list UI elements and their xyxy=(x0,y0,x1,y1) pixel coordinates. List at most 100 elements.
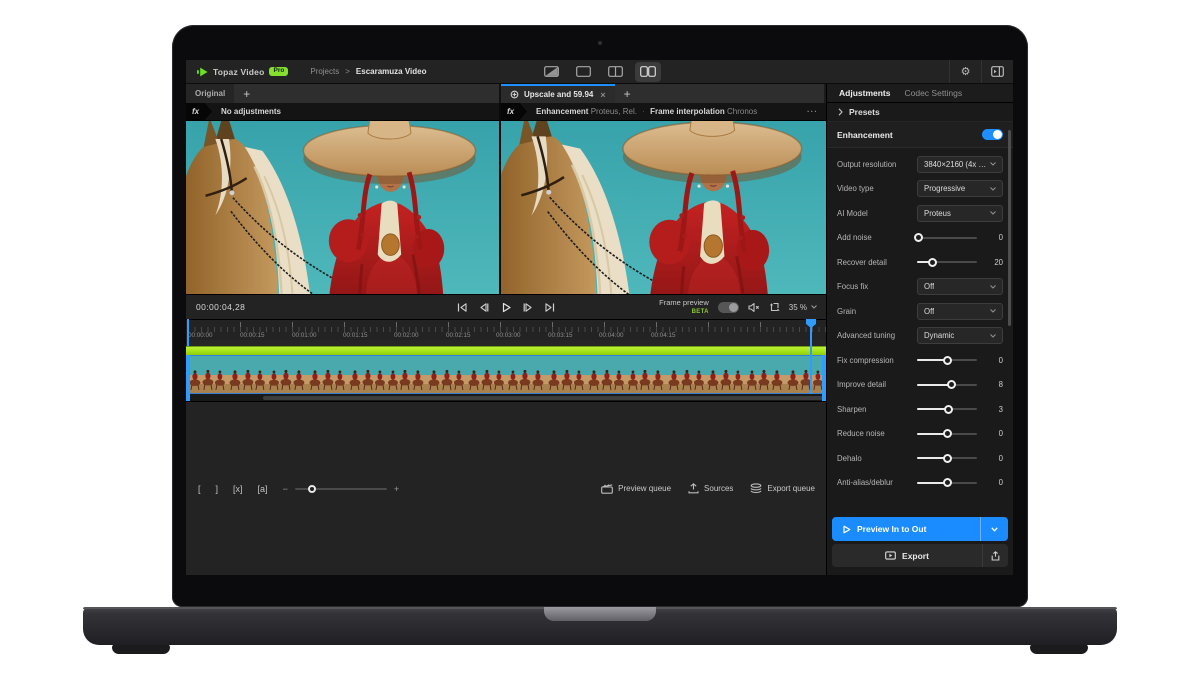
ruler-timecode-label: 00:01:00 xyxy=(292,332,317,339)
export-button[interactable]: Export xyxy=(832,544,1008,567)
fix-compression-slider[interactable]: 0 xyxy=(917,356,1003,365)
sidebar-scrollbar[interactable] xyxy=(1008,130,1011,326)
set-in-point-button[interactable]: [ xyxy=(198,484,201,494)
filmstrip-frame[interactable] xyxy=(187,356,227,393)
sources-button[interactable]: Sources xyxy=(688,483,733,494)
prev-frame-icon xyxy=(479,302,490,313)
close-tab-icon[interactable]: × xyxy=(600,90,605,100)
view-single-button[interactable] xyxy=(571,62,597,82)
select-all-range-button[interactable]: [a] xyxy=(258,484,268,494)
zoom-level-value: 35 % xyxy=(789,303,807,312)
playhead-line[interactable] xyxy=(810,319,812,394)
recover-detail-slider[interactable]: 20 xyxy=(917,258,1003,267)
enhancement-toggle[interactable] xyxy=(982,129,1003,140)
tab-codec-settings[interactable]: Codec Settings xyxy=(904,88,962,98)
set-out-point-button[interactable]: ] xyxy=(216,484,219,494)
row-output-resolution: Output resolution 3840×2160 (4x … xyxy=(827,152,1013,177)
filmstrip-frame[interactable] xyxy=(626,356,666,393)
clip-left-handle[interactable] xyxy=(186,355,190,401)
filmstrip-frame[interactable] xyxy=(785,356,825,393)
filmstrip-frame[interactable] xyxy=(745,356,785,393)
filmstrip-frame[interactable] xyxy=(426,356,466,393)
preview-queue-button[interactable]: Preview queue xyxy=(601,484,671,494)
timeline-scrollbar-thumb[interactable] xyxy=(263,396,825,400)
filmstrip-frame[interactable] xyxy=(227,356,267,393)
more-options-icon[interactable]: ··· xyxy=(807,107,818,116)
focus-fix-select[interactable]: Off xyxy=(917,278,1003,295)
video-panel-upscaled[interactable] xyxy=(501,121,826,294)
controls-right-group: Frame preview BETA xyxy=(659,299,826,315)
zoom-level-select[interactable]: 35 % xyxy=(789,303,817,312)
timeline-scrollbar[interactable] xyxy=(186,394,826,401)
filmstrip-frame[interactable] xyxy=(267,356,307,393)
add-view-button[interactable]: + xyxy=(243,88,250,100)
original-tab-half: Original + xyxy=(186,84,501,103)
preview-options-dropdown[interactable] xyxy=(980,517,1008,541)
filmstrip-frame[interactable] xyxy=(386,356,426,393)
breadcrumb: Projects > Escaramuza Video xyxy=(310,67,426,76)
filmstrip-frame[interactable] xyxy=(466,356,506,393)
add-view-button[interactable]: + xyxy=(624,88,631,100)
sharpen-slider[interactable]: 3 xyxy=(917,405,1003,414)
presets-row[interactable]: Presets xyxy=(827,103,1013,122)
view-side-by-side-button[interactable] xyxy=(635,62,661,82)
next-frame-button[interactable] xyxy=(523,302,534,313)
audio-mute-icon[interactable] xyxy=(748,302,760,313)
beta-badge: BETA xyxy=(692,309,709,315)
skip-to-end-button[interactable] xyxy=(545,302,556,313)
filmstrip[interactable] xyxy=(186,355,826,394)
filmstrip-frame[interactable] xyxy=(307,356,347,393)
advanced-tuning-select[interactable]: Dynamic xyxy=(917,327,1003,344)
select-value: Progressive xyxy=(924,184,965,193)
share-button[interactable] xyxy=(982,544,1008,567)
timeline-ruler[interactable]: 00:00:0000:00:1500:01:0000:01:1500:02:00… xyxy=(186,319,826,346)
row-advanced-tuning: Advanced tuning Dynamic xyxy=(827,324,1013,349)
zoom-out-button[interactable]: − xyxy=(283,484,288,494)
filmstrip-frame[interactable] xyxy=(666,356,706,393)
settings-button[interactable]: ⚙ xyxy=(950,60,981,83)
dehalo-slider[interactable]: 0 xyxy=(917,454,1003,463)
skip-to-start-button[interactable] xyxy=(457,302,468,313)
view-split-button[interactable] xyxy=(603,62,629,82)
upscale-info: fx Enhancement Proteus, Rel. · Frame int… xyxy=(501,103,826,120)
toggle-right-panel-button[interactable] xyxy=(982,60,1013,83)
panel-right-icon xyxy=(991,66,1004,77)
output-resolution-select[interactable]: 3840×2160 (4x … xyxy=(917,156,1003,173)
video-panel-original[interactable] xyxy=(186,121,501,294)
rotate-icon[interactable] xyxy=(769,302,780,313)
video-type-select[interactable]: Progressive xyxy=(917,180,1003,197)
preview-in-to-out-button[interactable]: Preview In to Out xyxy=(832,517,1008,541)
improve-detail-slider[interactable]: 8 xyxy=(917,380,1003,389)
original-info-label: No adjustments xyxy=(221,107,281,116)
frame-preview-toggle[interactable] xyxy=(718,302,739,313)
grain-select[interactable]: Off xyxy=(917,303,1003,320)
clip-right-handle[interactable] xyxy=(822,355,826,401)
tab-original[interactable]: Original xyxy=(186,84,234,103)
reduce-noise-slider[interactable]: 0 xyxy=(917,429,1003,438)
tab-upscale[interactable]: Upscale and 59.94 × xyxy=(501,84,615,103)
top-bar: Topaz Video Pro Projects > Escaramuza Vi… xyxy=(186,60,1013,84)
ai-model-select[interactable]: Proteus xyxy=(917,205,1003,222)
filmstrip-frame[interactable] xyxy=(546,356,586,393)
previous-frame-button[interactable] xyxy=(479,302,490,313)
play-button[interactable] xyxy=(501,302,512,313)
anti-alias-slider[interactable]: 0 xyxy=(917,478,1003,487)
next-frame-icon xyxy=(523,302,534,313)
clear-in-out-button[interactable]: [x] xyxy=(233,484,243,494)
timeline-zoom-knob[interactable] xyxy=(308,485,316,493)
zoom-in-button[interactable]: + xyxy=(394,484,399,494)
filmstrip-frame[interactable] xyxy=(347,356,387,393)
ruler-timecode-label: 00:03:15 xyxy=(548,332,573,339)
timeline-zoom-slider[interactable] xyxy=(295,488,387,490)
filmstrip-frame[interactable] xyxy=(705,356,745,393)
filmstrip-frame[interactable] xyxy=(506,356,546,393)
in-point-marker[interactable] xyxy=(187,319,189,346)
filmstrip-frame[interactable] xyxy=(586,356,626,393)
select-value: 3840×2160 (4x … xyxy=(924,160,986,169)
tab-adjustments[interactable]: Adjustments xyxy=(839,88,890,98)
add-noise-slider[interactable]: 0 xyxy=(917,233,1003,242)
export-queue-button[interactable]: Export queue xyxy=(750,483,815,494)
view-single-compare-button[interactable] xyxy=(539,62,565,82)
play-icon xyxy=(501,302,512,313)
breadcrumb-root[interactable]: Projects xyxy=(310,67,339,76)
